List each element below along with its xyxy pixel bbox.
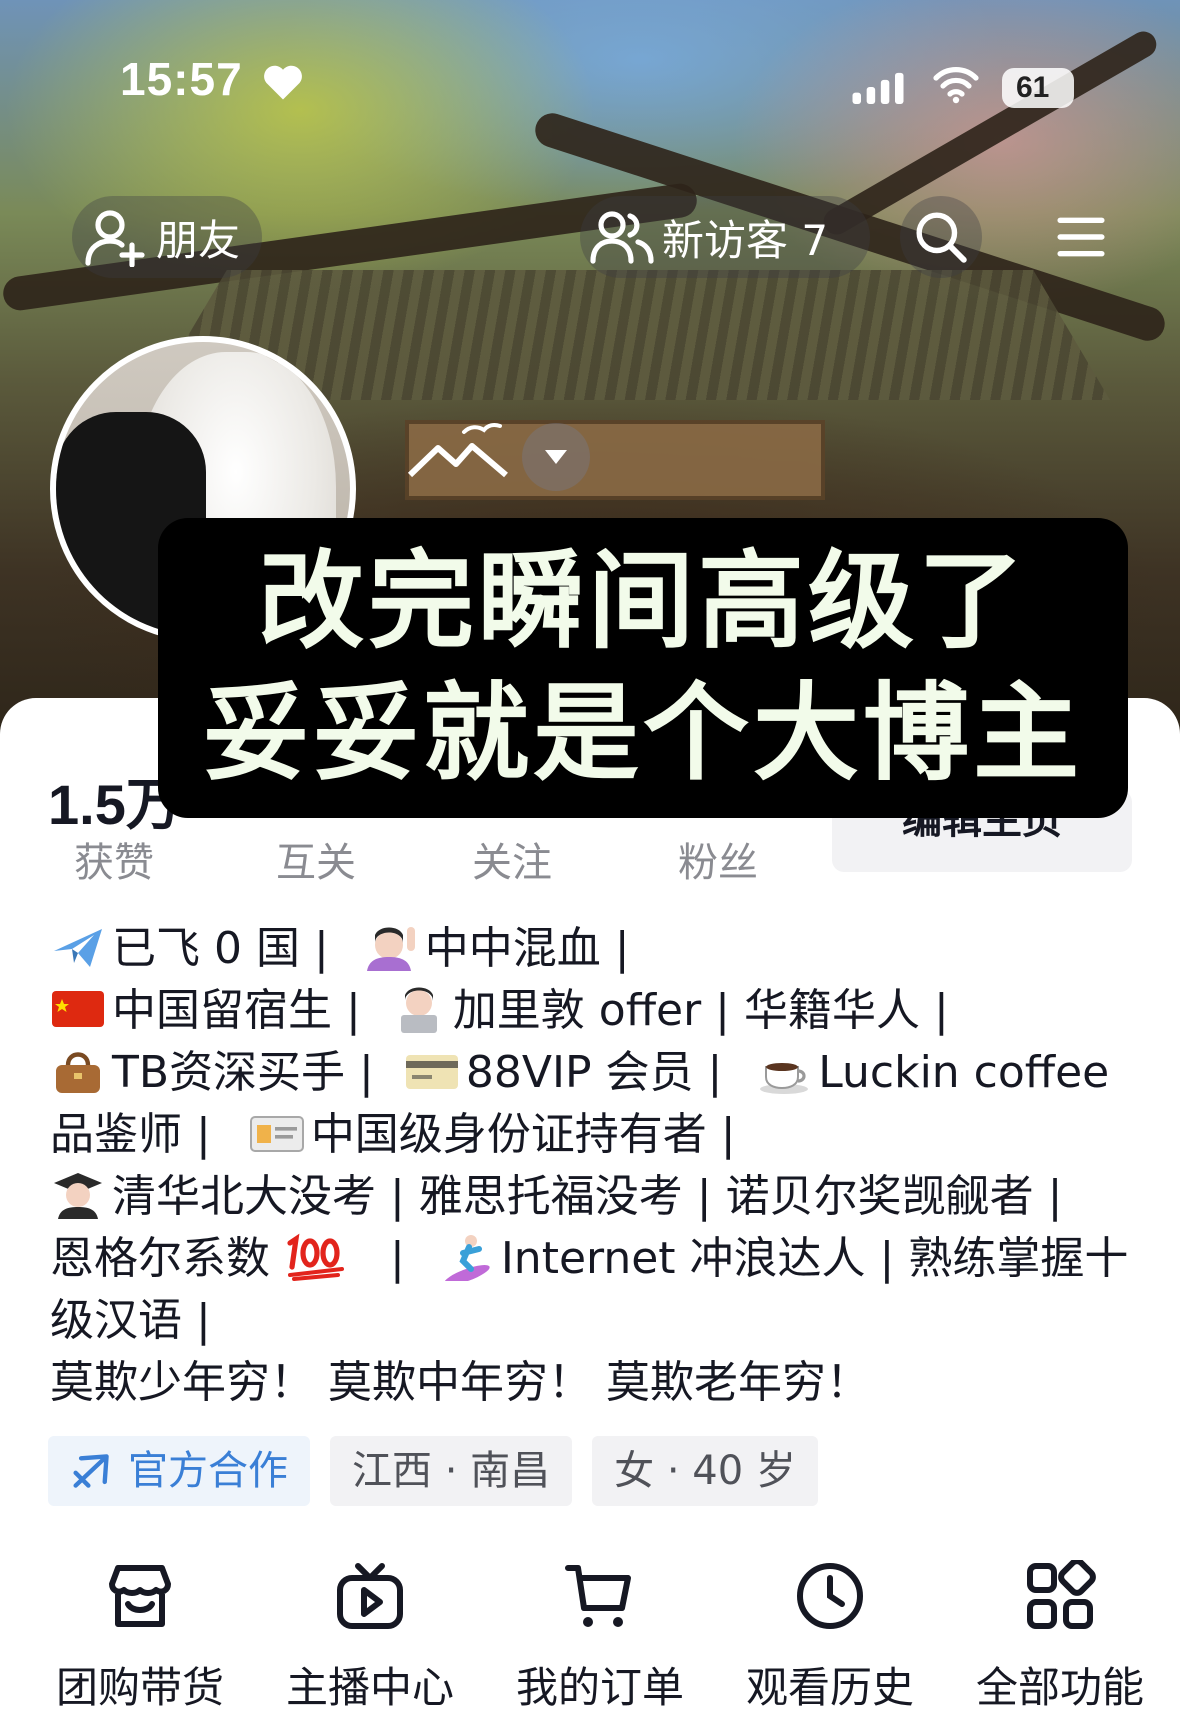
new-visitors-button[interactable]: 新访客 7	[580, 196, 870, 278]
group-buy-button[interactable]: 团购带货	[50, 1560, 230, 1710]
add-friend-icon	[85, 210, 145, 267]
menu-button[interactable]	[1040, 196, 1122, 278]
hamburger-menu-icon	[1057, 217, 1105, 257]
hundred-points-icon	[287, 1233, 344, 1281]
feature-label: 我的订单	[515, 1663, 684, 1710]
bio-offer: 加里敦 offer | 华籍华人 |	[452, 985, 949, 1036]
bio-line: 莫欺少年穷！ 莫欺中年穷！ 莫欺老年穷！	[50, 1357, 870, 1408]
visitors-icon	[590, 211, 654, 264]
clock-icon	[797, 1563, 863, 1629]
followers-label[interactable]: 粉丝	[678, 830, 758, 888]
anchor-center-button[interactable]: 主播中心	[280, 1560, 460, 1710]
woman-raising-hand-icon	[366, 927, 415, 971]
official-tag-label: 官方合作	[128, 1448, 288, 1494]
bio-id-holder: 中国级身份证持有者 |	[310, 1109, 736, 1160]
shop-icon	[109, 1565, 171, 1627]
logo-dropdown-button[interactable]	[522, 423, 590, 491]
profile-bio: 已飞 0 国 | 中中混血 | 中国留宿生 | 加里敦 offer | 华籍华人…	[50, 918, 1140, 1414]
bio-line: 已飞 0 国 | 中中混血 |	[50, 918, 1140, 980]
battery-indicator: 61	[1002, 68, 1074, 108]
tv-play-icon	[337, 1563, 403, 1629]
bio-buyer: TB资深买手 |	[112, 1047, 374, 1098]
heart-icon	[264, 65, 302, 100]
location-tag[interactable]: 江西 · 南昌	[330, 1436, 573, 1506]
caret-down-icon	[545, 450, 567, 464]
status-time: 15:57	[120, 53, 243, 105]
bio-engel: 恩格尔系数	[50, 1233, 270, 1284]
credit-card-icon	[405, 1055, 458, 1089]
bio-surfer: Internet 冲浪达人 | 熟练掌握十	[500, 1233, 1129, 1284]
cooperation-icon	[73, 1454, 109, 1488]
caption-banner: 改完瞬间高级了 妥妥就是个大博主	[158, 518, 1128, 818]
coffee-cup-icon	[760, 1063, 809, 1094]
feature-label: 全部功能	[975, 1663, 1144, 1710]
bio-vip: 88VIP 会员 |	[465, 1047, 723, 1098]
bio-line: 清华北大没考 | 雅思托福没考 | 诺贝尔奖觊觎者 |	[50, 1166, 1140, 1228]
bio-line: TB资深买手 | 88VIP 会员 | Luckin coffee	[50, 1042, 1140, 1104]
airplane-icon	[54, 929, 102, 967]
feature-label: 团购带货	[55, 1663, 224, 1710]
visitors-label: 新访客 7	[662, 215, 829, 265]
feature-shortcuts: 团购带货 主播中心 我的订单 观看历史 全部功能	[0, 1560, 1180, 1710]
friends-button[interactable]: 朋友	[72, 196, 262, 278]
following-label[interactable]: 关注	[472, 830, 552, 888]
friends-label: 朋友	[156, 215, 241, 265]
surfer-icon	[444, 1235, 490, 1281]
id-card-icon	[249, 1116, 304, 1152]
bio-line: 中国留宿生 | 加里敦 offer | 华籍华人 |	[50, 980, 1140, 1042]
bio-countries: 已飞 0 国 |	[112, 923, 329, 974]
bio-line: 品鉴师 | 中国级身份证持有者 |	[50, 1104, 1140, 1166]
gender-age-tag[interactable]: 女 · 40 岁	[592, 1436, 818, 1506]
bio-mixed: 中中混血 |	[424, 923, 630, 974]
official-cooperation-tag[interactable]: 官方合作	[48, 1436, 310, 1506]
feature-label: 观看历史	[745, 1663, 914, 1710]
mountain-logo-icon	[408, 423, 508, 478]
graduate-icon	[54, 1173, 102, 1219]
search-button[interactable]	[900, 196, 982, 278]
bio-exams: 清华北大没考 | 雅思托福没考 | 诺贝尔奖觊觎者 |	[112, 1171, 1063, 1222]
watch-history-button[interactable]: 观看历史	[740, 1560, 920, 1710]
cellular-signal-icon	[852, 72, 904, 104]
cart-icon	[565, 1565, 631, 1627]
china-flag-icon	[52, 991, 104, 1027]
feature-label: 主播中心	[285, 1663, 454, 1710]
my-orders-button[interactable]: 我的订单	[510, 1560, 690, 1710]
mutual-label[interactable]: 互关	[276, 830, 356, 888]
likes-label[interactable]: 获赞	[74, 830, 154, 888]
bio-taster: 品鉴师 |	[50, 1109, 211, 1160]
handbag-icon	[56, 1052, 100, 1093]
bio-luckin: Luckin coffee	[818, 1047, 1110, 1098]
banner-line-1: 改完瞬间高级了	[258, 540, 1028, 663]
bio-line: 恩格尔系数 | Internet 冲浪达人 | 熟练掌握十	[50, 1228, 1140, 1290]
search-icon	[916, 212, 967, 263]
grid-icon	[1027, 1560, 1096, 1629]
banner-line-2: 妥妥就是个大博主	[203, 672, 1083, 795]
bio-student: 中国留宿生 |	[112, 985, 361, 1036]
bio-line: 级汉语 |	[50, 1295, 211, 1346]
technologist-icon	[400, 987, 437, 1033]
wifi-icon	[933, 67, 979, 104]
profile-tags: 官方合作 江西 · 南昌 女 · 40 岁	[48, 1436, 818, 1506]
all-features-button[interactable]: 全部功能	[970, 1560, 1150, 1710]
bio-separator: |	[390, 1233, 405, 1284]
